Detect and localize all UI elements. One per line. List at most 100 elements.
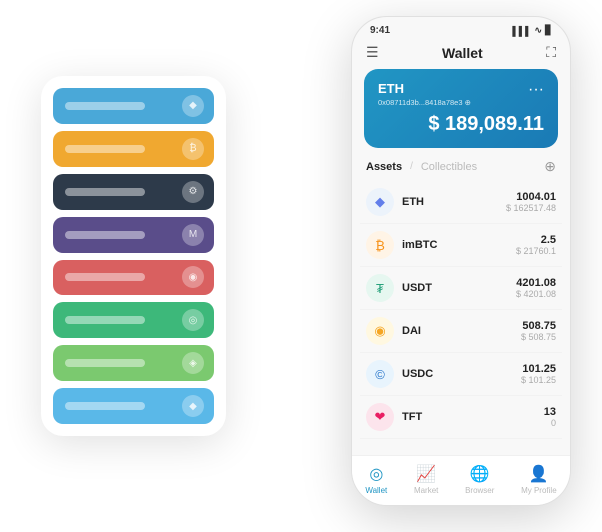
add-asset-icon[interactable]: ⊕ [544, 158, 556, 175]
eth-card-header: ETH 0x08711d3b...8418a78e3 ⊕ ··· [378, 81, 544, 107]
asset-amount: 101.25 [521, 363, 556, 375]
status-time: 9:41 [370, 25, 390, 36]
tabs-left: Assets / Collectibles [366, 161, 477, 173]
asset-values: 101.25$ 101.25 [521, 363, 556, 385]
card-label [65, 102, 145, 110]
wallet-card-row[interactable]: ₿ [53, 131, 214, 167]
tab-assets[interactable]: Assets [366, 161, 402, 173]
assets-tabs: Assets / Collectibles ⊕ [352, 158, 570, 181]
asset-item[interactable]: © USDC101.25$ 101.25 [360, 353, 562, 396]
wallet-card-row[interactable]: ◉ [53, 260, 214, 296]
asset-item[interactable]: ◉ DAI508.75$ 508.75 [360, 310, 562, 353]
asset-usd: $ 101.25 [521, 375, 556, 385]
nav-label-2: Browser [465, 486, 494, 495]
asset-name: imBTC [402, 239, 516, 251]
tab-divider: / [410, 161, 413, 172]
asset-values: 4201.08$ 4201.08 [516, 277, 556, 299]
wallet-card-row[interactable]: ◆ [53, 88, 214, 124]
eth-address: 0x08711d3b...8418a78e3 ⊕ [378, 98, 471, 107]
app-header: ☰ Wallet ⛶ [352, 40, 570, 69]
card-icon: M [182, 224, 204, 246]
asset-list: ◆ ETH1004.01$ 162517.48 ₿ imBTC2.5$ 21760.1… [352, 181, 570, 455]
eth-ticker: ETH [378, 81, 471, 96]
nav-icon-0: ◎ [369, 464, 383, 484]
nav-item-my-profile[interactable]: 👤 My Profile [521, 464, 557, 495]
nav-icon-3: 👤 [529, 464, 549, 484]
asset-item[interactable]: ₿ imBTC2.5$ 21760.1 [360, 224, 562, 267]
card-label [65, 273, 145, 281]
bottom-nav: ◎ Wallet 📈 Market 🌐 Browser 👤 My Profile [352, 455, 570, 505]
nav-item-wallet[interactable]: ◎ Wallet [365, 464, 387, 495]
card-label [65, 402, 145, 410]
card-icon: ◎ [182, 309, 204, 331]
header-title: Wallet [442, 45, 483, 61]
card-icon: ◆ [182, 95, 204, 117]
card-icon: ₿ [182, 138, 204, 160]
asset-item[interactable]: ₮ USDT4201.08$ 4201.08 [360, 267, 562, 310]
asset-icon: ◆ [366, 188, 394, 216]
asset-icon: ₮ [366, 274, 394, 302]
card-label [65, 145, 145, 153]
card-label [65, 231, 145, 239]
asset-amount: 1004.01 [506, 191, 556, 203]
nav-icon-2: 🌐 [470, 464, 490, 484]
menu-icon[interactable]: ☰ [366, 44, 379, 61]
asset-name: USDC [402, 368, 521, 380]
asset-amount: 508.75 [521, 320, 556, 332]
asset-values: 2.5$ 21760.1 [516, 234, 556, 256]
asset-usd: $ 508.75 [521, 332, 556, 342]
wifi-icon: ∿ [535, 25, 543, 36]
wallet-cards-panel: ◆ ₿ ⚙ M ◉ ◎ ◈ ◆ [41, 76, 226, 436]
nav-item-market[interactable]: 📈 Market [414, 464, 438, 495]
status-bar: 9:41 ▌▌▌ ∿ ▊ [352, 17, 570, 40]
asset-usd: $ 21760.1 [516, 246, 556, 256]
card-icon: ◆ [182, 395, 204, 417]
asset-name: TFT [402, 411, 544, 423]
phone-mockup: 9:41 ▌▌▌ ∿ ▊ ☰ Wallet ⛶ ETH 0x08711d3b..… [351, 16, 571, 506]
card-icon: ⚙ [182, 181, 204, 203]
card-label [65, 316, 145, 324]
wallet-card-row[interactable]: ⚙ [53, 174, 214, 210]
asset-amount: 4201.08 [516, 277, 556, 289]
main-scene: ◆₿⚙M◉◎◈◆ 9:41 ▌▌▌ ∿ ▊ ☰ Wallet ⛶ ETH 0x [21, 16, 581, 516]
signal-icon: ▌▌▌ [512, 26, 531, 36]
eth-card-info: ETH 0x08711d3b...8418a78e3 ⊕ [378, 81, 471, 107]
battery-icon: ▊ [545, 25, 552, 36]
asset-amount: 2.5 [516, 234, 556, 246]
asset-item[interactable]: ❤ TFT130 [360, 396, 562, 439]
eth-balance: $ 189,089.11 [378, 113, 544, 136]
nav-label-1: Market [414, 486, 438, 495]
tab-collectibles[interactable]: Collectibles [421, 161, 477, 173]
asset-usd: $ 4201.08 [516, 289, 556, 299]
asset-name: DAI [402, 325, 521, 337]
card-icon: ◈ [182, 352, 204, 374]
asset-values: 1004.01$ 162517.48 [506, 191, 556, 213]
asset-item[interactable]: ◆ ETH1004.01$ 162517.48 [360, 181, 562, 224]
eth-card[interactable]: ETH 0x08711d3b...8418a78e3 ⊕ ··· $ 189,0… [364, 69, 558, 148]
card-label [65, 188, 145, 196]
wallet-card-row[interactable]: M [53, 217, 214, 253]
nav-label-0: Wallet [365, 486, 387, 495]
asset-icon: ₿ [366, 231, 394, 259]
asset-name: USDT [402, 282, 516, 294]
asset-icon: ◉ [366, 317, 394, 345]
card-icon: ◉ [182, 266, 204, 288]
expand-icon[interactable]: ⛶ [546, 44, 556, 61]
wallet-card-row[interactable]: ◆ [53, 388, 214, 424]
asset-icon: ❤ [366, 403, 394, 431]
status-icons: ▌▌▌ ∿ ▊ [512, 25, 552, 36]
asset-usd: 0 [544, 418, 556, 428]
nav-icon-1: 📈 [416, 464, 436, 484]
eth-card-dots[interactable]: ··· [528, 81, 544, 99]
asset-amount: 13 [544, 406, 556, 418]
wallet-card-row[interactable]: ◎ [53, 302, 214, 338]
nav-item-browser[interactable]: 🌐 Browser [465, 464, 494, 495]
wallet-card-row[interactable]: ◈ [53, 345, 214, 381]
asset-usd: $ 162517.48 [506, 203, 556, 213]
asset-icon: © [366, 360, 394, 388]
card-label [65, 359, 145, 367]
asset-name: ETH [402, 196, 506, 208]
asset-values: 508.75$ 508.75 [521, 320, 556, 342]
nav-label-3: My Profile [521, 486, 557, 495]
asset-values: 130 [544, 406, 556, 428]
